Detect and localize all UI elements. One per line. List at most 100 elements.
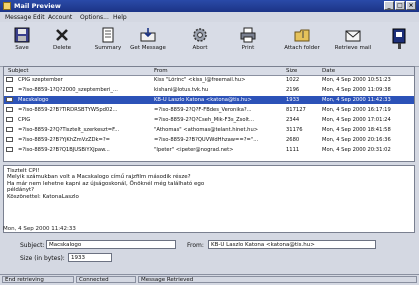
menu-help[interactable]: Help xyxy=(113,14,127,21)
attach-folder-button[interactable]: Attach folder xyxy=(280,24,324,64)
menu-edit[interactable]: Edit xyxy=(33,14,45,21)
delete-x-icon xyxy=(56,29,68,41)
date-cell: Mon, 4 Sep 2000 10:51:23 xyxy=(322,77,391,83)
menu-account[interactable]: Account xyxy=(48,14,72,21)
envelope-icon xyxy=(6,107,13,112)
maximize-icon[interactable]: □ xyxy=(395,1,405,10)
window-controls: _ □ × xyxy=(383,1,416,10)
subject-label: Subject: xyxy=(20,242,45,249)
size-cell: 817127 xyxy=(286,107,306,113)
menu-message[interactable]: Message xyxy=(5,14,31,21)
save-label: Save xyxy=(15,45,29,51)
status-connection: Connected xyxy=(76,276,136,283)
header-from[interactable]: From xyxy=(154,68,168,74)
date-cell: Mon, 4 Sep 2000 11:42:33 xyxy=(322,97,391,103)
size-label: Size (in bytes): xyxy=(20,255,65,262)
floppy-icon xyxy=(14,27,30,43)
header-size[interactable]: Size xyxy=(286,68,297,74)
envelope-icon xyxy=(6,127,13,132)
envelope-icon xyxy=(6,137,13,142)
menu-bar: Message Edit Account Options... Help xyxy=(0,13,419,22)
message-list: Subject From Size Date CPIG szeptember Ki… xyxy=(3,66,415,162)
size-cell: 1022 xyxy=(286,77,300,83)
size-field[interactable]: 1933 xyxy=(68,253,112,262)
list-item[interactable]: =?iso-8859-1?Q?2000_szeptemberi_... kisha… xyxy=(4,86,414,94)
subject-cell: CPIG szeptember xyxy=(18,77,63,83)
date-cell: Mon, 4 Sep 2000 20:16:36 xyxy=(322,137,391,143)
list-item[interactable]: =?iso-8859-2?Q?Tisztelt_szerkeszt=F... "A… xyxy=(4,126,414,134)
summary-button[interactable]: Summary xyxy=(88,24,128,64)
from-cell: "Athomas" <athomas@telant.hinet.hu> xyxy=(154,127,259,133)
from-field[interactable]: KB-U Laszlo Katona <katona@tis.hu> xyxy=(208,240,376,249)
mail-preview-window: Mail Preview _ □ × Message Edit Account Op… xyxy=(0,0,419,285)
date-cell: Mon, 4 Sep 2000 18:41:58 xyxy=(322,127,391,133)
from-label: From: xyxy=(187,242,204,249)
print-button[interactable]: Print xyxy=(228,24,268,64)
list-item[interactable]: Macskalogo KB-U Laszlo Katona <katona@tis… xyxy=(4,96,414,104)
status-message: Message Retrieved xyxy=(138,276,417,283)
from-cell: =?iso-8859-2?B?QUVWdHhzaw==?="... xyxy=(154,137,259,143)
message-preview[interactable]: Tisztelt CPI! Melyik számukban volt a Ma… xyxy=(3,165,415,233)
from-cell: KB-U Laszlo Katona <katona@tis.hu> xyxy=(154,97,252,103)
close-icon[interactable]: × xyxy=(406,1,416,10)
message-fields: Subject: Macskalogo From: KB-U Laszlo Ka… xyxy=(0,234,419,274)
printer-icon xyxy=(240,27,256,43)
header-subject[interactable]: Subject xyxy=(8,68,29,74)
retrieve-mail-label: Retrieve mail xyxy=(334,45,372,51)
delete-label: Delete xyxy=(52,45,72,51)
menu-options[interactable]: Options... xyxy=(80,14,109,21)
get-message-button[interactable]: Get Message xyxy=(128,24,168,64)
size-cell: 1111 xyxy=(286,147,300,153)
subject-cell: =?iso-8859-2?B?TIRDRSBTYW5pd02... xyxy=(18,107,118,113)
date-cell: Mon, 4 Sep 2000 20:31:02 xyxy=(322,147,391,153)
summary-label: Summary xyxy=(94,45,122,51)
envelope-icon xyxy=(6,117,13,122)
abort-gear-icon xyxy=(193,28,207,42)
abort-label: Abort xyxy=(192,45,208,51)
attach-folder-icon xyxy=(294,29,310,42)
summary-document-icon xyxy=(102,27,114,43)
delete-button[interactable]: Delete xyxy=(42,24,82,64)
minimize-icon[interactable]: _ xyxy=(384,1,394,10)
list-item[interactable]: CPIG szeptember Kiss "Lőrinc" <kiss_l@fre… xyxy=(4,76,414,84)
mailbox-button[interactable] xyxy=(386,24,414,64)
preview-line: Köszönettel: KatonaLaszlo xyxy=(7,193,79,200)
abort-button[interactable]: Abort xyxy=(180,24,220,64)
list-item[interactable]: =?iso-8859-2?B?TIRDRSBTYW5pd02... =?iso-8… xyxy=(4,106,414,114)
from-cell: "Ipeter" <ipeter@nograd.net> xyxy=(154,147,234,153)
size-cell: 1933 xyxy=(286,97,300,103)
toolbar: Save Delete Summary Get Message Abort Pr… xyxy=(0,22,419,67)
message-list-header: Subject From Size Date xyxy=(4,67,414,76)
preview-date: Mon, 4 Sep 2000 11:42:33 xyxy=(3,226,76,232)
from-cell: kishani@lotus.tvk.hu xyxy=(154,87,209,93)
header-date[interactable]: Date xyxy=(322,68,335,74)
date-cell: Mon, 4 Sep 2000 16:17:19 xyxy=(322,107,391,113)
subject-cell: =?iso-8859-2?B?YjKhZmVzZDk=?= xyxy=(18,137,111,143)
date-cell: Mon, 4 Sep 2000 17:01:24 xyxy=(322,117,391,123)
envelope-icon xyxy=(6,147,13,152)
retrieve-mail-button[interactable]: Retrieve mail xyxy=(328,24,378,64)
size-cell: 2196 xyxy=(286,87,300,93)
size-cell: 31176 xyxy=(286,127,303,133)
get-message-icon xyxy=(140,28,156,42)
subject-field[interactable]: Macskalogo xyxy=(46,240,176,249)
from-cell: Kiss "Lőrinc" <kiss_l@freemail.hu> xyxy=(154,77,246,83)
save-button[interactable]: Save xyxy=(2,24,42,64)
subject-cell: =?iso-8859-2?B?Q1BJUSBiYXJpaw... xyxy=(18,147,110,153)
title-bar: Mail Preview _ □ × xyxy=(0,0,419,12)
date-cell: Mon, 4 Sep 2000 11:09:38 xyxy=(322,87,391,93)
print-label: Print xyxy=(241,45,255,51)
from-cell: =?iso-8859-2?Q?Cseh_Mik-F3s_Zsolt... xyxy=(154,117,254,123)
subject-cell: =?iso-8859-2?Q?Tisztelt_szerkeszt=F... xyxy=(18,127,120,133)
mailbox-icon xyxy=(392,28,406,49)
attach-folder-label: Attach folder xyxy=(284,45,320,51)
list-item[interactable]: =?iso-8859-2?B?Q1BJUSBiYXJpaw... "Ipeter"… xyxy=(4,146,414,154)
size-cell: 2680 xyxy=(286,137,300,143)
list-item[interactable]: CPIG =?iso-8859-2?Q?Cseh_Mik-F3s_Zsolt...… xyxy=(4,116,414,124)
size-cell: 2344 xyxy=(286,117,300,123)
envelope-icon xyxy=(6,87,13,92)
window-title: Mail Preview xyxy=(14,2,61,10)
list-item[interactable]: =?iso-8859-2?B?YjKhZmVzZDk=?= =?iso-8859-… xyxy=(4,136,414,144)
subject-cell: =?iso-8859-1?Q?2000_szeptemberi_... xyxy=(18,87,118,93)
subject-cell: CPIG xyxy=(18,117,31,123)
